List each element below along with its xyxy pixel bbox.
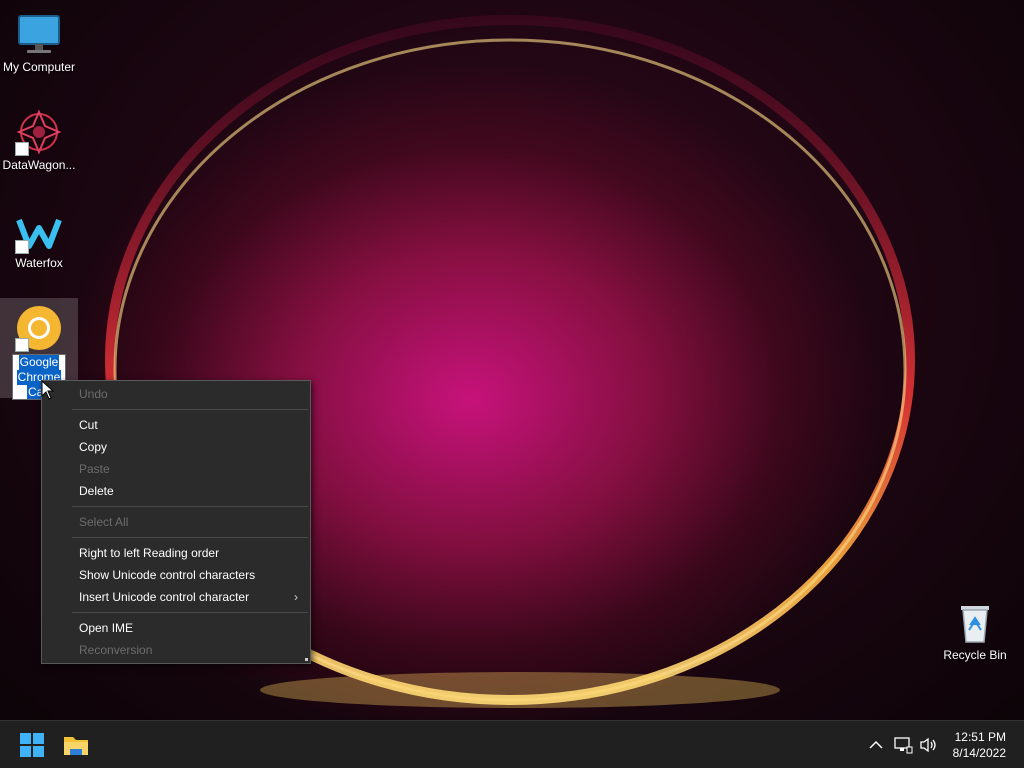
clock-time: 12:51 PM bbox=[954, 730, 1006, 744]
monitor-icon bbox=[15, 10, 63, 58]
desktop-icon-label: DataWagon... bbox=[2, 158, 76, 172]
desktop-icon-label: Recycle Bin bbox=[943, 648, 1007, 662]
file-explorer-button[interactable] bbox=[60, 729, 92, 761]
recycle-bin-icon bbox=[951, 598, 999, 646]
menu-item-rtl-reading-order[interactable]: Right to left Reading order bbox=[42, 542, 310, 564]
menu-separator bbox=[72, 612, 308, 613]
taskbar: 12:51 PM 8/14/2022 bbox=[0, 720, 1024, 768]
menu-item-label: Insert Unicode control character bbox=[79, 590, 250, 604]
menu-item-show-unicode-control[interactable]: Show Unicode control characters bbox=[42, 564, 310, 586]
mouse-cursor-icon bbox=[41, 380, 55, 400]
menu-resize-grip bbox=[305, 658, 308, 661]
menu-item-copy[interactable]: Copy bbox=[42, 436, 310, 458]
menu-separator bbox=[72, 506, 308, 507]
rename-line: Google bbox=[18, 355, 60, 370]
clock-date: 8/14/2022 bbox=[952, 746, 1006, 760]
datawagon-icon bbox=[15, 108, 63, 156]
chevron-up-icon bbox=[869, 740, 883, 749]
submenu-arrow-icon: › bbox=[294, 590, 298, 604]
menu-separator bbox=[72, 409, 308, 410]
context-menu: Undo Cut Copy Paste Delete Select All Ri… bbox=[41, 380, 311, 664]
shortcut-arrow-icon bbox=[15, 338, 29, 352]
shortcut-arrow-icon bbox=[15, 142, 29, 156]
desktop-icon-label: My Computer bbox=[2, 60, 76, 74]
volume-icon bbox=[920, 737, 936, 753]
desktop-icon-label: Waterfox bbox=[15, 256, 63, 270]
show-hidden-icons-button[interactable] bbox=[866, 735, 886, 755]
menu-item-insert-unicode-control[interactable]: Insert Unicode control character › bbox=[42, 586, 310, 608]
chrome-canary-icon bbox=[15, 304, 63, 352]
desktop-icon-recycle-bin[interactable]: Recycle Bin bbox=[936, 592, 1014, 663]
network-button[interactable] bbox=[893, 735, 913, 755]
menu-item-reconversion[interactable]: Reconversion bbox=[42, 639, 310, 661]
menu-item-delete[interactable]: Delete bbox=[42, 480, 310, 502]
menu-item-cut[interactable]: Cut bbox=[42, 414, 310, 436]
menu-item-paste[interactable]: Paste bbox=[42, 458, 310, 480]
volume-button[interactable] bbox=[918, 735, 938, 755]
windows-start-icon bbox=[20, 733, 44, 757]
menu-item-select-all[interactable]: Select All bbox=[42, 511, 310, 533]
taskbar-clock[interactable]: 12:51 PM 8/14/2022 bbox=[936, 729, 1006, 761]
menu-item-undo[interactable]: Undo bbox=[42, 383, 310, 405]
desktop-icon-waterfox[interactable]: Waterfox bbox=[0, 200, 78, 271]
desktop-icon-datawagon[interactable]: DataWagon... bbox=[0, 102, 78, 173]
file-explorer-icon bbox=[64, 737, 88, 755]
waterfox-icon bbox=[15, 206, 63, 254]
menu-item-open-ime[interactable]: Open IME bbox=[42, 617, 310, 639]
start-button[interactable] bbox=[16, 729, 48, 761]
network-icon bbox=[894, 737, 913, 754]
shortcut-arrow-icon bbox=[15, 240, 29, 254]
menu-separator bbox=[72, 537, 308, 538]
desktop-icon-my-computer[interactable]: My Computer bbox=[0, 4, 78, 75]
